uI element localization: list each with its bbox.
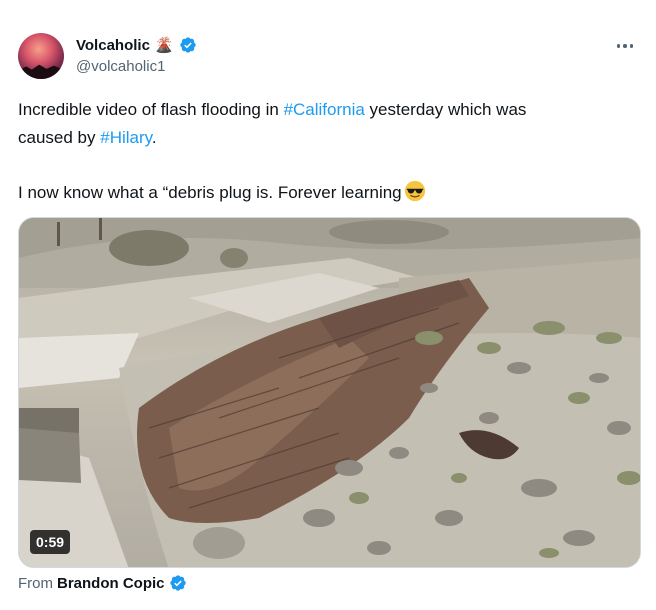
more-options-icon[interactable] [612,36,638,56]
display-name[interactable]: Volcaholic [76,37,150,54]
volcano-icon: 🌋 [154,36,174,54]
tweet-line-1: Incredible video of flash flooding in #C… [18,100,527,119]
tweet-line-2: caused by #Hilary. [18,128,157,147]
avatar[interactable] [18,33,64,79]
video-duration-badge: 0:59 [30,530,71,554]
sunglasses-emoji-icon [404,180,425,202]
tweet-card[interactable]: Volcaholic 🌋 @volcaholic1 Incredible vid… [0,0,656,610]
video-frame [19,218,640,567]
attribution: From Brandon Copic [18,574,187,592]
user-handle[interactable]: @volcaholic1 [76,58,165,75]
tweet-text: Incredible video of flash flooding in #C… [18,96,638,207]
tweet-line-3: I now know what a “debris plug is. Forev… [18,179,638,207]
hashtag-california[interactable]: #California [284,100,365,119]
attribution-prefix: From [18,574,53,592]
verified-badge-icon [169,575,186,591]
video-player[interactable] [18,217,641,568]
verified-badge-icon [179,37,196,53]
author-name-row: Volcaholic 🌋 [76,35,197,55]
hashtag-hilary[interactable]: #Hilary [100,128,152,147]
attribution-name[interactable]: Brandon Copic [57,575,165,592]
